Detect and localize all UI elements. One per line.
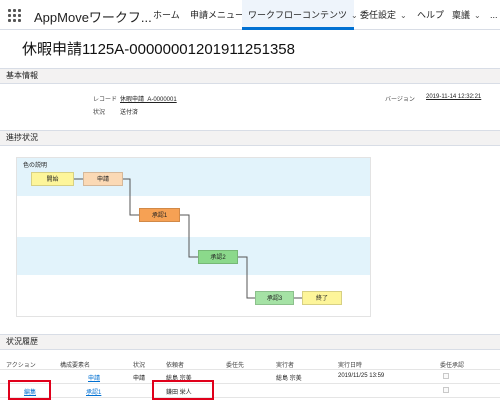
nav-help-label: ヘルプ bbox=[417, 10, 445, 20]
page-title: 休暇申請1125A-0000000120191125​1358 bbox=[22, 41, 295, 58]
chevron-down-icon[interactable]: ⌄ bbox=[474, 11, 481, 20]
col-status: 状況 bbox=[133, 363, 146, 369]
row1-element-link[interactable]: 申請 bbox=[88, 373, 100, 382]
version-value[interactable]: 2019-11-14 12:32:21 bbox=[426, 94, 481, 100]
row-divider bbox=[0, 383, 500, 384]
section-history: 状況履歴 bbox=[0, 334, 500, 350]
section-basic-info: 基本情報 bbox=[0, 68, 500, 84]
chevron-down-icon[interactable]: ⌄ bbox=[400, 11, 407, 20]
nav-more[interactable]: ... bbox=[490, 0, 498, 30]
col-element: 構成要素名 bbox=[60, 363, 91, 369]
app-launcher-icon[interactable] bbox=[8, 9, 21, 22]
col-action: アクション bbox=[6, 363, 36, 369]
col-delegated-approval: 委任承認 bbox=[440, 363, 465, 369]
col-datetime: 実行日時 bbox=[338, 363, 363, 369]
record-link[interactable]: 休暇申請_A-0000001 bbox=[120, 94, 177, 103]
nav-apply-menu-label: 申請メニュー bbox=[190, 10, 245, 20]
col-executor: 実行者 bbox=[276, 363, 295, 369]
nav-workflow-contents-label: ワークフローコンテンツ bbox=[248, 10, 348, 20]
nav-ringi[interactable]: 稟議 ⌄ bbox=[452, 0, 481, 30]
record-label: レコード bbox=[93, 97, 118, 103]
node-approve2[interactable]: 承認2 bbox=[198, 250, 238, 264]
row2-delegated-checkbox bbox=[443, 387, 449, 393]
highlight-edit bbox=[8, 380, 51, 400]
nav-help[interactable]: ヘルプ bbox=[417, 0, 444, 30]
node-apply[interactable]: 申請 bbox=[83, 172, 123, 186]
row2-element-link[interactable]: 承認1 bbox=[86, 387, 101, 396]
section-progress: 進捗状況 bbox=[0, 130, 500, 146]
col-requester: 依頼者 bbox=[166, 363, 185, 369]
row1-delegated-checkbox bbox=[443, 373, 449, 379]
col-delegate: 委任先 bbox=[226, 363, 245, 369]
nav-home-label: ホーム bbox=[153, 10, 180, 20]
workflow-diagram: 色の説明 開始 申請 承認1 承認2 承認3 終了 bbox=[16, 157, 371, 317]
nav-delegation[interactable]: 委任設定 ⌄ bbox=[360, 0, 407, 30]
nav-workflow-contents[interactable]: ワークフローコンテンツ ⌄ bbox=[242, 0, 358, 30]
nav-home[interactable]: ホーム bbox=[153, 0, 180, 30]
node-approve1[interactable]: 承認1 bbox=[139, 208, 180, 222]
row1-status: 申請 bbox=[133, 376, 146, 382]
chevron-down-icon[interactable]: ⌄ bbox=[351, 11, 358, 20]
row-divider bbox=[0, 397, 500, 398]
row1-datetime: 2019/11/25 13:59 bbox=[338, 373, 385, 379]
nav-apply-menu[interactable]: 申請メニュー bbox=[190, 0, 244, 30]
node-end[interactable]: 終了 bbox=[302, 291, 342, 305]
highlight-requester bbox=[152, 380, 214, 400]
node-approve3[interactable]: 承認3 bbox=[255, 291, 294, 305]
row1-executor: 総島 宗美 bbox=[276, 376, 302, 382]
status-label: 状況 bbox=[93, 110, 106, 116]
row-divider bbox=[0, 369, 500, 370]
top-nav: AppMoveワークフ... ホーム 申請メニュー ワークフローコンテンツ ⌄ 委… bbox=[0, 0, 500, 30]
app-name: AppMoveワークフ... bbox=[34, 10, 152, 25]
nav-delegation-label: 委任設定 bbox=[360, 10, 397, 20]
node-start[interactable]: 開始 bbox=[31, 172, 74, 186]
nav-ringi-label: 稟議 bbox=[452, 10, 471, 20]
status-value: 送付済 bbox=[120, 110, 139, 116]
version-label: バージョン bbox=[385, 97, 415, 103]
